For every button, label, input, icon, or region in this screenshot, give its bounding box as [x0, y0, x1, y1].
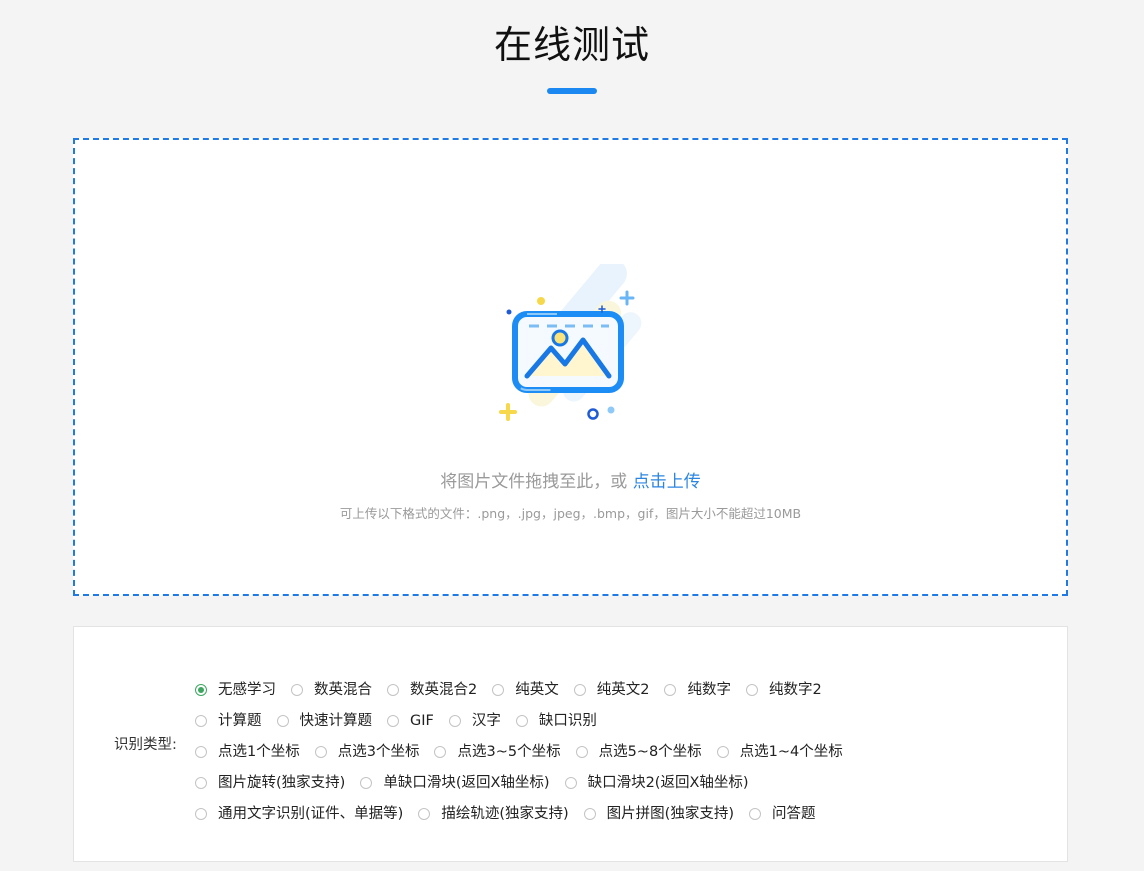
recognition-type-option[interactable]: 纯英文2: [573, 680, 650, 700]
radio-row: 计算题 快速计算题 GIF 汉字 缺口识别: [195, 705, 1055, 736]
radio-row: 无感学习 数英混合 数英混合2 纯英文 纯英文2 纯数字 纯数字2: [195, 674, 1055, 705]
recognition-type-option[interactable]: 图片旋转(独家支持): [195, 773, 345, 793]
recognition-type-option[interactable]: 点选5~8个坐标: [575, 742, 702, 762]
radio-option-label: 快速计算题: [299, 712, 373, 729]
recognition-type-label: 识别类型:: [114, 737, 177, 753]
radio-row: 图片旋转(独家支持) 单缺口滑块(返回X轴坐标) 缺口滑块2(返回X轴坐标): [195, 767, 1055, 798]
radio-button[interactable]: [583, 807, 596, 820]
radio-button[interactable]: [448, 714, 461, 727]
upload-hint-text: 将图片文件拖拽至此，或: [440, 472, 633, 492]
recognition-options-panel: 识别类型: 无感学习 数英混合 数英混合2 纯英文 纯英文2 纯数字 纯数字2 计算题 快速计算…: [73, 626, 1068, 862]
upload-format-note: 可上传以下格式的文件：.png，.jpg，jpeg，.bmp，gif，图片大小不…: [339, 506, 802, 521]
radio-button[interactable]: [387, 683, 399, 696]
recognition-type-option[interactable]: 点选1个坐标: [195, 742, 300, 762]
radio-button[interactable]: [745, 683, 758, 696]
radio-button[interactable]: [314, 745, 327, 758]
recognition-type-option[interactable]: 点选1~4个坐标: [716, 742, 843, 762]
radio-option-label: 纯数字: [687, 681, 731, 698]
radio-button[interactable]: [418, 807, 431, 820]
radio-option-label: 点选1个坐标: [218, 743, 300, 760]
click-upload-link[interactable]: 点击上传: [633, 472, 701, 492]
radio-option-label: 纯英文: [515, 681, 559, 698]
recognition-type-option[interactable]: 计算题: [195, 711, 262, 731]
radio-button[interactable]: [434, 745, 447, 758]
recognition-type-option[interactable]: 缺口滑块2(返回X轴坐标): [564, 773, 749, 793]
radio-button[interactable]: [387, 714, 399, 727]
radio-option-label: 通用文字识别(证件、单据等): [218, 805, 404, 822]
recognition-type-option[interactable]: 点选3~5个坐标: [434, 742, 561, 762]
recognition-type-option[interactable]: 纯数字: [664, 680, 731, 700]
recognition-type-option[interactable]: 快速计算题: [276, 711, 373, 731]
radio-button[interactable]: [291, 683, 303, 696]
radio-option-label: 图片拼图(独家支持): [606, 805, 734, 822]
radio-button[interactable]: [664, 683, 677, 696]
radio-option-label: 缺口识别: [538, 712, 597, 729]
recognition-type-option[interactable]: 缺口识别: [515, 711, 597, 731]
radio-option-label: 计算题: [218, 712, 262, 729]
title-underline: [547, 88, 597, 94]
radio-button[interactable]: [195, 683, 207, 696]
recognition-type-option[interactable]: 数英混合: [291, 680, 372, 700]
recognition-type-option[interactable]: 问答题: [748, 804, 816, 824]
recognition-type-option[interactable]: 描绘轨迹(独家支持): [418, 804, 569, 824]
radio-button[interactable]: [195, 745, 207, 758]
image-upload-icon: [499, 264, 642, 421]
recognition-type-option[interactable]: 纯英文: [492, 680, 559, 700]
radio-option-label: 图片旋转(独家支持): [218, 774, 346, 791]
radio-button[interactable]: [276, 714, 289, 727]
radio-button[interactable]: [195, 776, 207, 789]
radio-option-label: 点选5~8个坐标: [598, 743, 702, 760]
recognition-type-option[interactable]: 纯数字2: [745, 680, 822, 700]
radio-option-label: 汉字: [471, 712, 501, 729]
radio-button[interactable]: [195, 807, 207, 820]
radio-button[interactable]: [575, 745, 588, 758]
radio-option-label: 描绘轨迹(独家支持): [441, 805, 569, 822]
recognition-type-option[interactable]: 汉字: [448, 711, 501, 731]
radio-option-label: 问答题: [771, 805, 816, 822]
radio-button[interactable]: [716, 745, 729, 758]
upload-hint: 将图片文件拖拽至此，或 点击上传: [75, 468, 1066, 496]
radio-button[interactable]: [195, 714, 207, 727]
radio-row: 通用文字识别(证件、单据等) 描绘轨迹(独家支持) 图片拼图(独家支持) 问答题: [195, 798, 1055, 829]
radio-option-label: 数英混合: [314, 681, 372, 698]
recognition-type-option[interactable]: 点选3个坐标: [314, 742, 420, 762]
recognition-type-option[interactable]: 通用文字识别(证件、单据等): [195, 804, 403, 824]
radio-option-label: 点选3~5个坐标: [457, 743, 561, 760]
radio-option-label: 纯英文2: [596, 681, 650, 698]
radio-button[interactable]: [360, 776, 373, 789]
radio-option-label: 缺口滑块2(返回X轴坐标): [587, 774, 749, 791]
radio-option-label: 点选3个坐标: [337, 743, 420, 760]
radio-button[interactable]: [748, 807, 761, 820]
radio-option-label: 无感学习: [218, 681, 276, 698]
radio-row: 点选1个坐标 点选3个坐标 点选3~5个坐标 点选5~8个坐标 点选1~4个坐标: [195, 736, 1055, 767]
recognition-type-option[interactable]: 图片拼图(独家支持): [583, 804, 734, 824]
radio-option-label: 数英混合2: [410, 681, 478, 698]
recognition-type-option[interactable]: 单缺口滑块(返回X轴坐标): [360, 773, 550, 793]
radio-button[interactable]: [515, 714, 528, 727]
recognition-type-option[interactable]: 数英混合2: [387, 680, 477, 700]
recognition-type-radio-group: 无感学习 数英混合 数英混合2 纯英文 纯英文2 纯数字 纯数字2 计算题 快速计算题 GIF 汉字…: [195, 674, 1055, 829]
radio-option-label: 单缺口滑块(返回X轴坐标): [383, 774, 550, 791]
radio-button[interactable]: [564, 776, 577, 789]
upload-dropzone[interactable]: 将图片文件拖拽至此，或 点击上传 可上传以下格式的文件：.png，.jpg，jp…: [73, 138, 1068, 596]
radio-option-label: 点选1~4个坐标: [739, 743, 843, 760]
radio-button[interactable]: [573, 683, 586, 696]
radio-button[interactable]: [492, 683, 505, 696]
page-title: 在线测试: [493, 23, 650, 67]
recognition-type-option[interactable]: 无感学习: [195, 680, 276, 700]
radio-option-label: GIF: [410, 712, 434, 729]
recognition-type-option[interactable]: GIF: [387, 711, 434, 731]
radio-option-label: 纯数字2: [768, 681, 822, 698]
